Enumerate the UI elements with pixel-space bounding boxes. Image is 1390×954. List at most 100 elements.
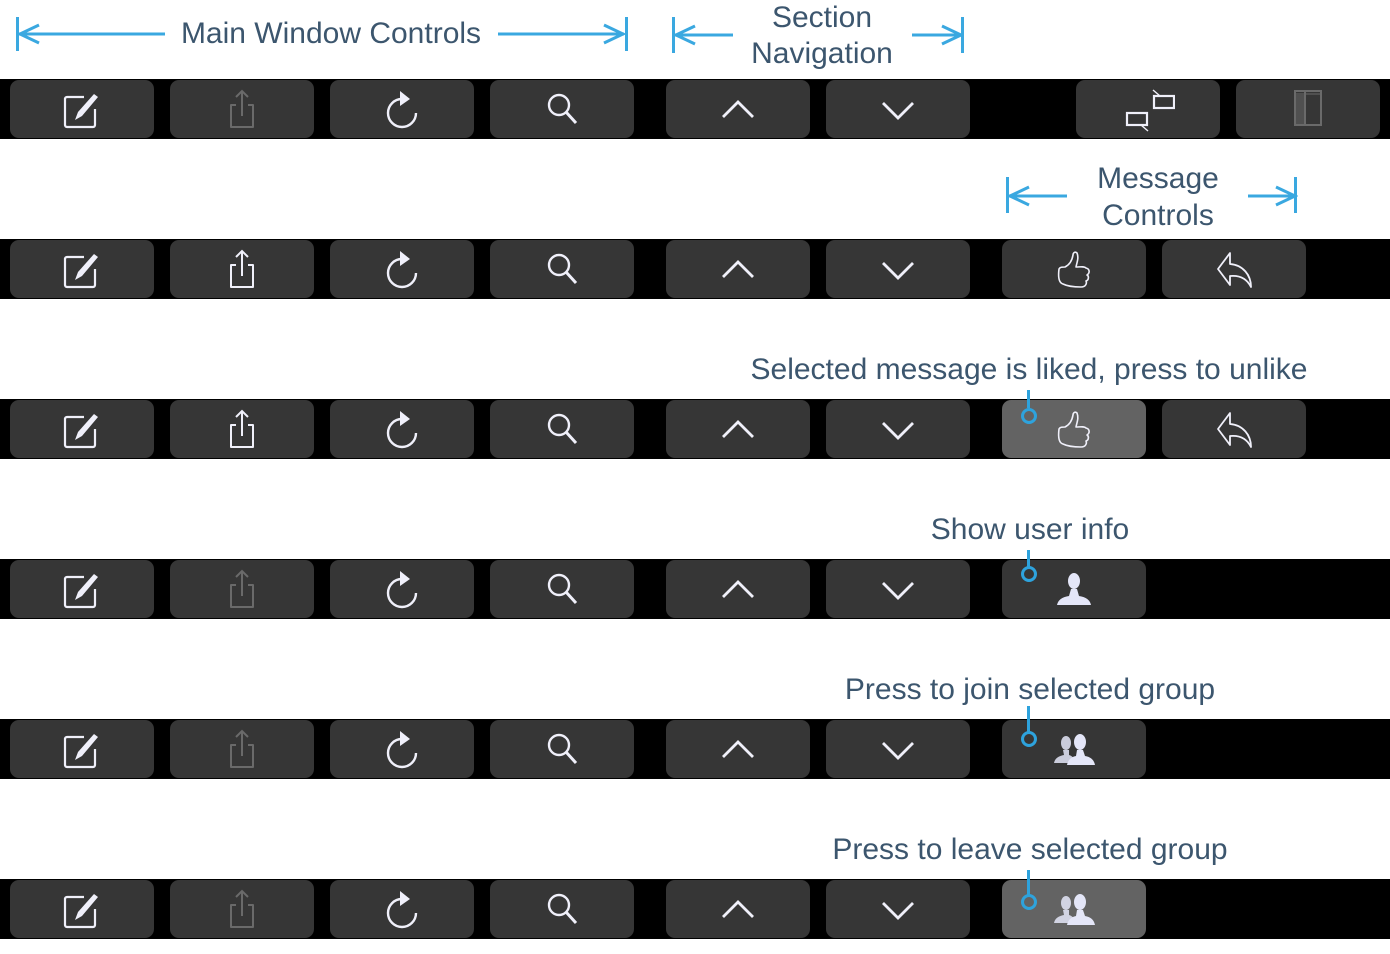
search-button[interactable] (490, 720, 634, 778)
chevron-up-icon (714, 725, 762, 773)
touch-bar-default (0, 79, 1390, 139)
section-navigation-label-line2: Navigation (751, 37, 893, 70)
refresh-button[interactable] (330, 880, 474, 938)
leave-group-button[interactable] (1002, 880, 1146, 938)
group-icon (1050, 725, 1098, 773)
refresh-icon (378, 85, 426, 133)
join-group-button[interactable] (1002, 720, 1146, 778)
next-section-button[interactable] (826, 80, 970, 138)
search-icon (538, 565, 586, 613)
search-button[interactable] (490, 560, 634, 618)
callout-line (1027, 870, 1030, 896)
refresh-icon (378, 725, 426, 773)
share-button (170, 80, 314, 138)
refresh-button[interactable] (330, 80, 474, 138)
chevron-up-icon (714, 245, 762, 293)
main-window-controls-label: Main Window Controls (180, 17, 482, 50)
bracket-tick-right (625, 17, 628, 51)
refresh-button[interactable] (330, 400, 474, 458)
refresh-button[interactable] (330, 240, 474, 298)
chevron-down-icon (874, 725, 922, 773)
refresh-icon (378, 245, 426, 293)
compose-icon (58, 565, 106, 613)
compose-icon (58, 885, 106, 933)
message-controls-label-line1: Message (1097, 162, 1219, 195)
search-button[interactable] (490, 80, 634, 138)
reply-icon (1210, 405, 1258, 453)
share-icon (218, 245, 266, 293)
previous-section-button[interactable] (666, 880, 810, 938)
search-button[interactable] (490, 400, 634, 458)
section-navigation-label-line1: Section (771, 1, 873, 34)
arrow-right-icon (1248, 185, 1298, 207)
user-info-callout-label: Show user info (930, 513, 1130, 546)
chevron-up-icon (714, 85, 762, 133)
compose-icon (58, 245, 106, 293)
compose-button[interactable] (10, 880, 154, 938)
previous-section-button[interactable] (666, 240, 810, 298)
arrow-right-icon (498, 23, 627, 45)
reply-button[interactable] (1162, 400, 1306, 458)
compose-button[interactable] (10, 240, 154, 298)
callout-dot (1021, 731, 1037, 747)
next-section-button[interactable] (826, 240, 970, 298)
share-button (170, 560, 314, 618)
previous-section-button[interactable] (666, 720, 810, 778)
compose-button[interactable] (10, 560, 154, 618)
chevron-down-icon (874, 405, 922, 453)
group-icon (1050, 885, 1098, 933)
reply-button[interactable] (1162, 240, 1306, 298)
share-icon (218, 405, 266, 453)
callout-line (1027, 706, 1030, 732)
thumbs-up-icon (1050, 405, 1098, 453)
next-section-button[interactable] (826, 560, 970, 618)
share-icon (218, 725, 266, 773)
next-section-button[interactable] (826, 400, 970, 458)
bracket-tick-right (1294, 177, 1297, 213)
search-icon (538, 405, 586, 453)
conversations-button[interactable] (1076, 80, 1220, 138)
refresh-button[interactable] (330, 560, 474, 618)
share-button[interactable] (170, 240, 314, 298)
chevron-down-icon (874, 885, 922, 933)
thumbs-up-icon (1050, 245, 1098, 293)
callout-dot (1021, 408, 1037, 424)
refresh-icon (378, 885, 426, 933)
reply-icon (1210, 245, 1258, 293)
message-controls-label-line2: Controls (1102, 199, 1214, 232)
previous-section-button[interactable] (666, 400, 810, 458)
liked-callout-label: Selected message is liked, press to unli… (750, 353, 1308, 386)
share-button (170, 720, 314, 778)
previous-section-button[interactable] (666, 560, 810, 618)
share-button (170, 880, 314, 938)
touch-bar-message-liked (0, 399, 1390, 459)
compose-icon (58, 405, 106, 453)
refresh-icon (378, 405, 426, 453)
touch-bar-group-join (0, 719, 1390, 779)
chevron-down-icon (874, 85, 922, 133)
like-button[interactable] (1002, 240, 1146, 298)
touch-bar-user (0, 559, 1390, 619)
conversation-icon (1121, 85, 1175, 133)
share-icon (218, 85, 266, 133)
compose-button[interactable] (10, 80, 154, 138)
touch-bar-group-leave (0, 879, 1390, 939)
compose-icon (58, 85, 106, 133)
next-section-button[interactable] (826, 720, 970, 778)
search-button[interactable] (490, 880, 634, 938)
search-button[interactable] (490, 240, 634, 298)
next-section-button[interactable] (826, 880, 970, 938)
refresh-button[interactable] (330, 720, 474, 778)
compose-button[interactable] (10, 720, 154, 778)
callout-dot (1021, 894, 1037, 910)
user-icon (1050, 565, 1098, 613)
touch-bar-message (0, 239, 1390, 299)
share-button[interactable] (170, 400, 314, 458)
toggle-sidebar-button (1236, 80, 1380, 138)
chevron-up-icon (714, 885, 762, 933)
leave-group-callout-label: Press to leave selected group (832, 833, 1228, 866)
previous-section-button[interactable] (666, 80, 810, 138)
compose-button[interactable] (10, 400, 154, 458)
compose-icon (58, 725, 106, 773)
refresh-icon (378, 565, 426, 613)
